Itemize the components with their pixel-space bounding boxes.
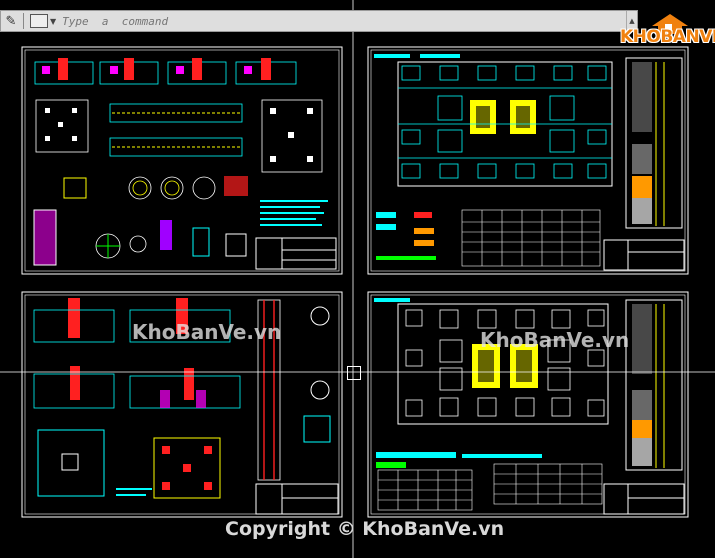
watermark: KhoBanVe.vn bbox=[132, 320, 282, 344]
watermark: KhoBanVe.vn bbox=[480, 328, 630, 352]
cursor-pickbox bbox=[347, 366, 361, 380]
cad-drawing-viewport[interactable] bbox=[0, 0, 715, 558]
command-input[interactable] bbox=[60, 11, 626, 31]
copyright-footer: Copyright © KhoBanVe.vn bbox=[225, 518, 505, 540]
terminal-icon[interactable] bbox=[30, 14, 48, 28]
divider bbox=[23, 13, 24, 29]
command-line-bar: ✎ ▼ ▲ bbox=[0, 10, 638, 32]
logo-text: KHOBANVE bbox=[620, 27, 715, 47]
wrench-icon[interactable]: ✎ bbox=[1, 11, 21, 31]
chevron-down-icon[interactable]: ▼ bbox=[50, 17, 56, 26]
